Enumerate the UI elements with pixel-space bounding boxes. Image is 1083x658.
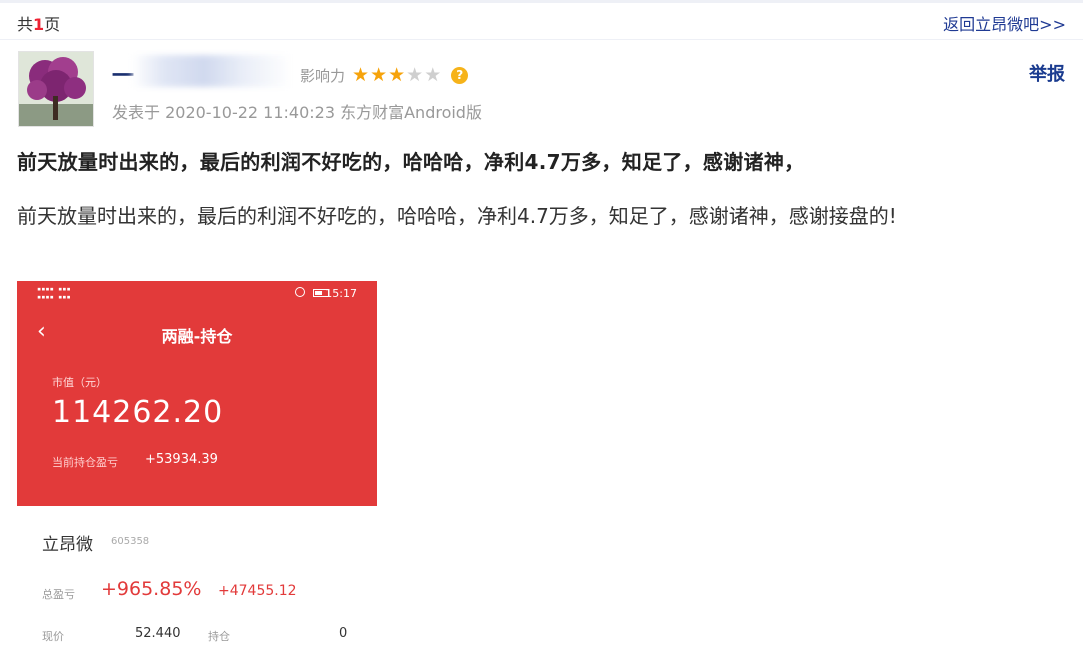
- blurred-username: [132, 55, 292, 87]
- market-value-label: 市值（元）: [52, 376, 107, 389]
- avatar-image: [19, 52, 93, 126]
- attached-screenshot[interactable]: ▪▪▪▪ ▪▪▪ ▪▪▪▪ ▪▪▪ 15:17 ‹ 两融-持仓 市值（元） 114…: [17, 281, 377, 658]
- rating-stars: ★★★★★: [351, 66, 441, 85]
- price-label: 现价: [42, 630, 64, 643]
- influence-rating: 影响力 ★★★★★ ?: [300, 65, 469, 86]
- screen-title: 两融-持仓: [161, 327, 233, 346]
- total-pnl-label: 总盈亏: [42, 588, 75, 601]
- page-count-suffix: 页: [44, 15, 61, 34]
- price-value: 52.440: [135, 626, 181, 641]
- phone-status-bar: ▪▪▪▪ ▪▪▪ ▪▪▪▪ ▪▪▪ 15:17: [17, 281, 377, 307]
- page-count: 共1页: [17, 11, 60, 35]
- report-button[interactable]: 举报: [1029, 60, 1065, 86]
- holding-value: 0: [339, 626, 348, 641]
- influence-label: 影响力: [300, 67, 346, 85]
- holdings-header: ‹ 两融-持仓 市值（元） 114262.20 当前持仓盈亏 +53934.39: [17, 307, 377, 506]
- position-pnl-label: 当前持仓盈亏: [52, 456, 118, 469]
- total-pnl-amount: +47455.12: [218, 583, 297, 599]
- page-count-prefix: 共: [17, 15, 34, 34]
- page-count-number: 1: [33, 15, 45, 34]
- stock-detail: 立昂微 605358 总盈亏 +965.85% +47455.12 现价 52.…: [17, 506, 377, 658]
- star-filled-icon: ★: [388, 64, 406, 86]
- back-to-forum-link[interactable]: 返回立昂微吧>>: [943, 11, 1066, 35]
- holding-label: 持仓: [208, 630, 230, 643]
- help-icon[interactable]: ?: [451, 67, 469, 84]
- status-time: 15:17: [325, 287, 357, 300]
- star-filled-icon: ★: [370, 64, 388, 86]
- post-body: 前天放量时出来的，最后的利润不好吃的，哈哈哈，净利4.7万多，知足了，感谢诸神，…: [17, 204, 897, 228]
- star-filled-icon: ★: [352, 64, 370, 86]
- signal-icon: ▪▪▪▪ ▪▪▪ ▪▪▪▪ ▪▪▪: [37, 285, 71, 301]
- total-pnl-percent: +965.85%: [101, 578, 202, 600]
- post-meta: 发表于 2020-10-22 11:40:23 东方财富Android版: [112, 103, 482, 122]
- position-pnl: +53934.39: [145, 452, 218, 467]
- author-name[interactable]: 一: [112, 58, 134, 90]
- star-empty-icon: ★: [406, 64, 424, 86]
- stock-name: 立昂微: [42, 535, 93, 555]
- alarm-icon: [295, 287, 305, 297]
- post-title: 前天放量时出来的，最后的利润不好吃的，哈哈哈，净利4.7万多，知足了，感谢诸神，: [17, 150, 805, 174]
- avatar[interactable]: [18, 51, 94, 127]
- top-bar: 共1页 返回立昂微吧>>: [0, 0, 1083, 40]
- stock-code: 605358: [111, 536, 150, 547]
- star-empty-icon: ★: [424, 64, 442, 86]
- market-value: 114262.20: [52, 395, 224, 430]
